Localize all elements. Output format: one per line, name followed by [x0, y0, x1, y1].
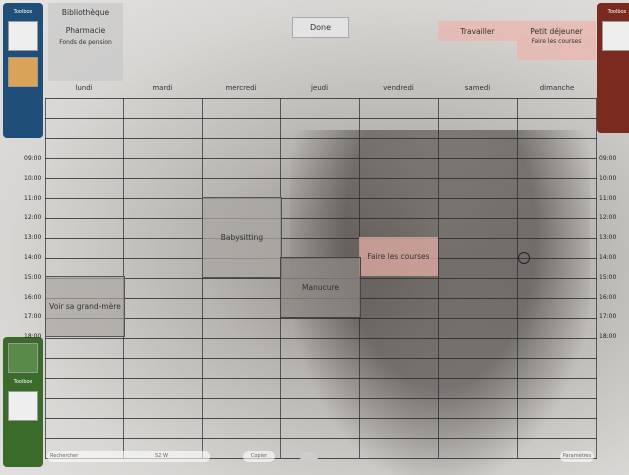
tag-travailler[interactable]: Travailler: [438, 21, 517, 41]
grid-hline: [45, 438, 597, 439]
day-samedi: samedi: [464, 84, 491, 92]
time-label: 10:00: [599, 174, 617, 182]
time-label: 14:00: [599, 254, 617, 261]
toolbox-building-icon[interactable]: [602, 21, 629, 51]
grid-hline: [45, 378, 597, 379]
toolbox-left-bottom[interactable]: Toolbox: [3, 337, 43, 467]
grid-vline: [517, 98, 518, 458]
grid-hline: [45, 98, 597, 99]
toolbox-hand-icon[interactable]: [8, 343, 38, 373]
time-label: 09:00: [599, 155, 617, 162]
search-field[interactable]: Rechercher: [47, 451, 210, 462]
time-label: 16:00: [599, 293, 617, 301]
params-button[interactable]: Paramètres: [560, 451, 594, 462]
time-label: 13:00: [599, 234, 617, 242]
grid-hline: [45, 418, 597, 419]
grid-hline: [45, 358, 597, 359]
time-label: 11:00: [24, 194, 42, 202]
time-label: 12:00: [24, 214, 42, 222]
time-label: 16:00: [24, 293, 42, 301]
tag-pharmacie[interactable]: Pharmacie: [48, 21, 123, 39]
grid-vline: [438, 98, 439, 458]
grid-hline: [45, 318, 597, 319]
grid-vline: [596, 98, 597, 458]
day-vendredi: vendredi: [383, 84, 414, 92]
grid-hline: [45, 398, 597, 399]
time-label: 13:00: [24, 234, 42, 242]
day-lundi: lundi: [75, 84, 93, 92]
toolbox-right-top[interactable]: Toolbox: [597, 3, 629, 133]
toolbox-building-icon[interactable]: [8, 21, 38, 51]
week-label: S2 W: [155, 453, 168, 459]
bottom-bar: Rechercher S2 W Copier Paramètres: [45, 451, 597, 465]
tag-fonds-pension[interactable]: Fonds de pension: [48, 39, 123, 81]
toolbox-label: Toolbox: [607, 9, 627, 15]
done-button[interactable]: Done: [292, 17, 349, 38]
event-voir-grand-mere[interactable]: Voir sa grand-mère: [45, 276, 125, 337]
grid-hline: [45, 158, 597, 159]
grid-hline: [45, 178, 597, 179]
grid-hline: [45, 138, 597, 139]
toolbox-tools-icon[interactable]: [8, 57, 38, 87]
day-mardi: mardi: [152, 84, 173, 92]
toolbox-left-top[interactable]: Toolbox: [3, 3, 43, 138]
target-cursor-icon: [518, 252, 530, 264]
time-label: 14:00: [24, 254, 42, 261]
time-label: 17:00: [599, 313, 617, 321]
time-label: 12:00: [599, 214, 617, 222]
time-label: 17:00: [24, 313, 42, 321]
grid-hline: [45, 338, 597, 339]
tag-bibliotheque[interactable]: Bibliothèque: [48, 3, 123, 21]
time-label: 10:00: [24, 174, 42, 182]
grid-hline: [45, 118, 597, 119]
time-label: 11:00: [599, 194, 617, 202]
toolbox-building-icon[interactable]: [8, 391, 38, 421]
day-jeudi: jeudi: [310, 84, 329, 92]
day-mercredi: mercredi: [225, 84, 257, 92]
day-dimanche: dimanche: [539, 84, 575, 92]
event-babysitting[interactable]: Babysitting: [202, 197, 282, 278]
grid-hline: [45, 198, 597, 199]
grid-hline: [45, 218, 597, 219]
time-label: 15:00: [24, 273, 42, 281]
event-faire-courses[interactable]: Faire les courses: [359, 237, 438, 276]
tag-faire-courses-top[interactable]: Faire les courses: [517, 38, 596, 60]
nav-arrows-icon[interactable]: [300, 452, 318, 461]
toolbox-label: Toolbox: [13, 9, 33, 15]
grid-vline: [202, 98, 203, 458]
time-label: 15:00: [599, 273, 617, 281]
time-label: 18:00: [24, 333, 42, 341]
copy-button[interactable]: Copier: [243, 451, 275, 462]
time-label: 18:00: [599, 333, 617, 341]
time-label: 09:00: [24, 155, 42, 162]
grid-hline: [45, 238, 597, 239]
event-manucure[interactable]: Manucure: [280, 257, 361, 318]
toolbox-label: Toolbox: [13, 379, 33, 385]
